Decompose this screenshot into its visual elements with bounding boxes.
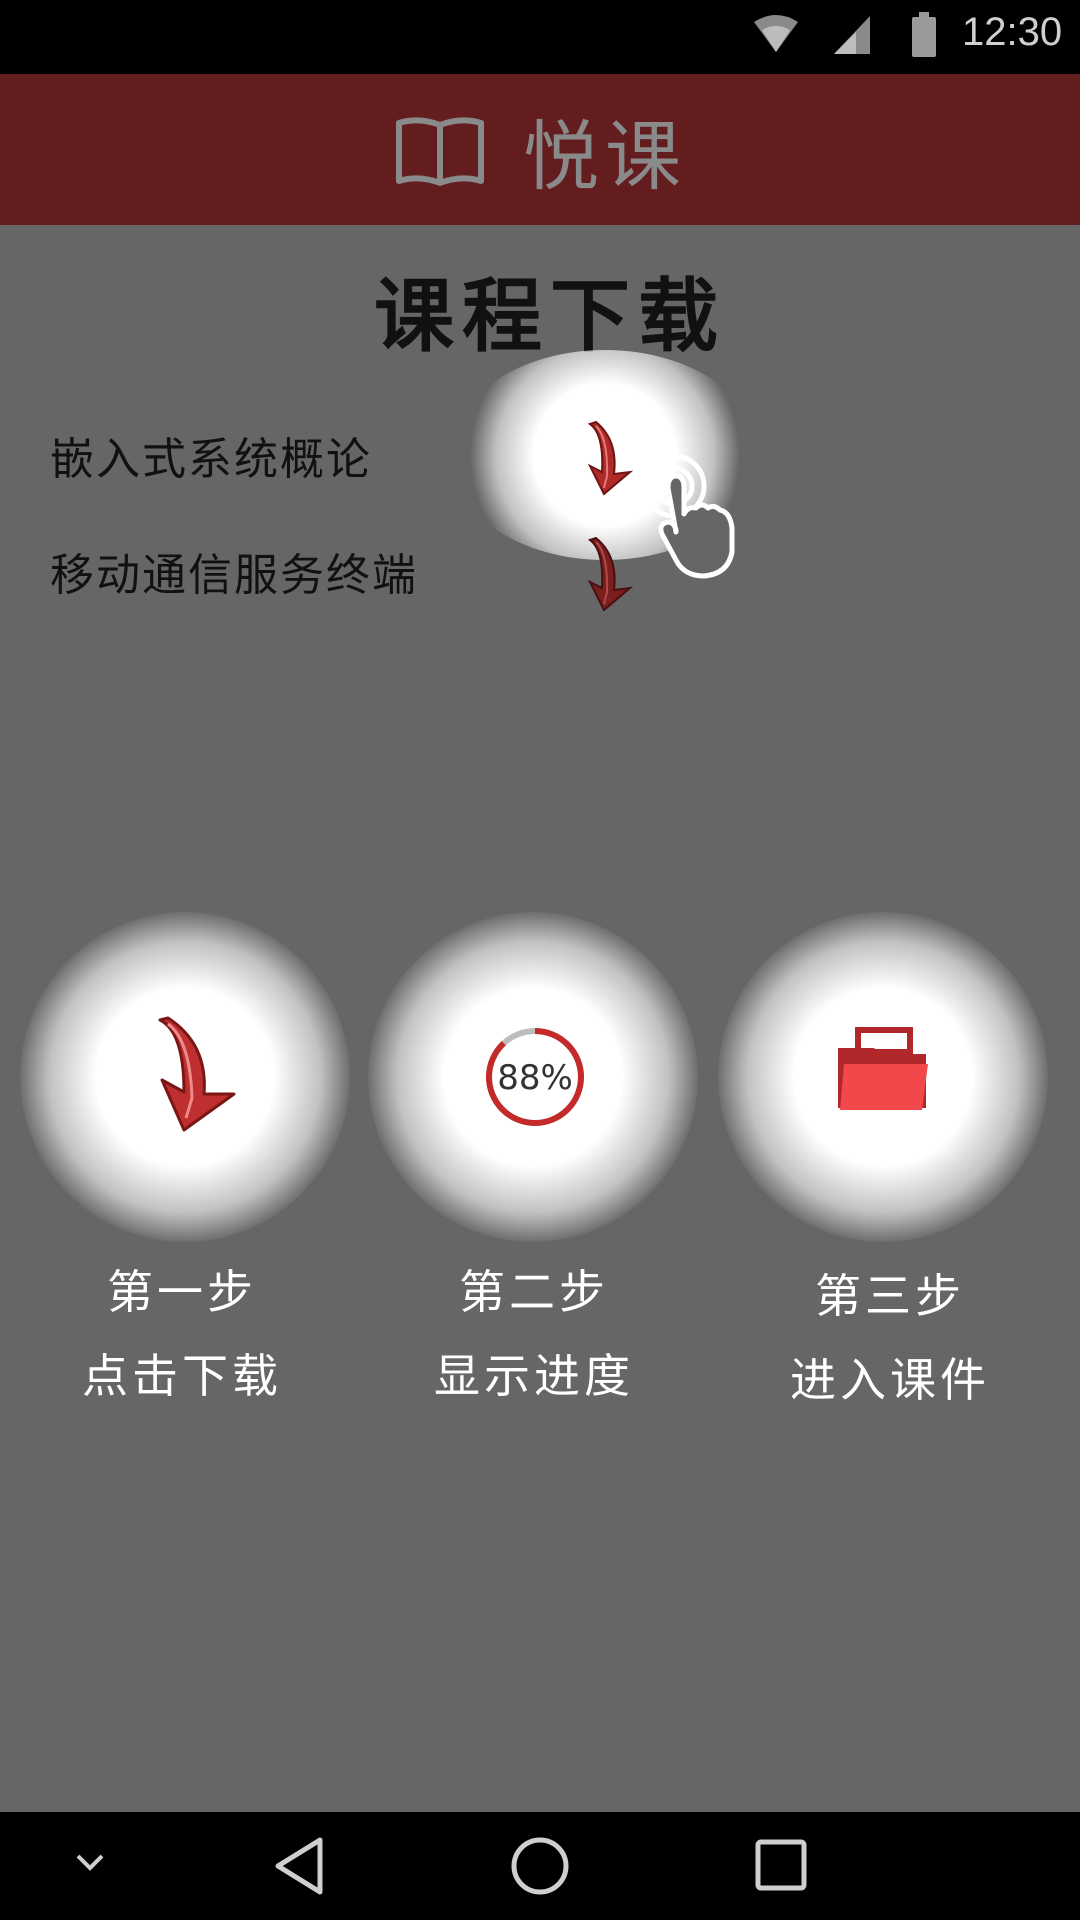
status-bar: 12:30: [0, 0, 1080, 74]
step-label: 第一步 点击下载: [32, 1250, 332, 1418]
navigation-bar: [0, 1812, 1080, 1920]
folder-icon: [838, 1027, 928, 1110]
step-desc: 进入课件: [790, 1353, 990, 1407]
signal-icon: [834, 16, 870, 54]
clock: 12:30: [962, 10, 1063, 54]
app-bar: 悦课: [0, 74, 1080, 225]
progress-text: 88%: [497, 1058, 573, 1098]
course-name: 嵌入式系统概论: [50, 434, 372, 485]
step-desc: 点击下载: [82, 1349, 282, 1403]
step-label: 第二步 显示进度: [384, 1250, 684, 1418]
recents-icon[interactable]: [754, 1838, 808, 1892]
download-arrow-icon[interactable]: [560, 532, 650, 622]
download-arrow-icon: [158, 1016, 236, 1132]
wifi-icon: [754, 15, 798, 52]
list-item: 嵌入式系统概论: [0, 410, 1080, 510]
page-title: 课程下载: [374, 270, 726, 363]
tap-hand-icon: [641, 453, 735, 579]
list-item: 移动通信服务终端: [0, 526, 1080, 626]
battery-icon: [912, 12, 936, 57]
step-title: 第二步: [459, 1265, 609, 1319]
back-icon[interactable]: [272, 1836, 328, 1896]
step-title: 第一步: [107, 1265, 257, 1319]
step-desc: 显示进度: [434, 1349, 634, 1403]
hide-keyboard-icon[interactable]: [74, 1850, 106, 1874]
progress-ring-icon: 88%: [486, 1028, 584, 1126]
course-name: 移动通信服务终端: [50, 550, 418, 601]
step-title: 第三步: [815, 1269, 965, 1323]
download-arrow-icon[interactable]: [560, 416, 650, 506]
home-icon[interactable]: [510, 1836, 570, 1896]
app-title: 悦课: [523, 111, 687, 201]
book-icon: [396, 116, 484, 186]
step-label: 第三步 进入课件: [740, 1254, 1040, 1422]
